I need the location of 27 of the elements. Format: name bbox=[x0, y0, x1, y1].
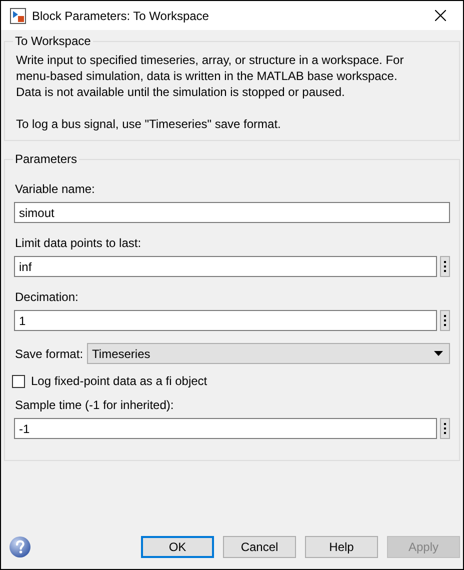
input-field[interactable]: inf bbox=[14, 256, 437, 277]
close-icon bbox=[434, 10, 446, 21]
group-title: To Workspace bbox=[14, 34, 92, 48]
input-field[interactable]: simout bbox=[14, 202, 450, 223]
more-options-button[interactable] bbox=[440, 256, 450, 277]
block-icon bbox=[10, 8, 26, 24]
description-text: To log a bus signal, use "Timeseries" save format. bbox=[15, 116, 282, 132]
description-text: Write input to specified timeseries, array, or structure in a workspace. For menu-based simulation, data is written in the MATLAB base workspace. Data is not available until the simulation is stopped or paused. bbox=[15, 52, 405, 100]
group-title: Parameters bbox=[14, 152, 78, 166]
dialog-button[interactable]: OK bbox=[141, 536, 214, 558]
checkbox[interactable] bbox=[12, 374, 25, 388]
help-icon[interactable] bbox=[9, 536, 31, 558]
more-options-button[interactable] bbox=[440, 418, 450, 439]
more-options-button[interactable] bbox=[440, 310, 450, 331]
dialog-button[interactable]: Cancel bbox=[223, 536, 296, 558]
input-field[interactable]: -1 bbox=[14, 418, 437, 439]
field-label: Decimation: bbox=[15, 290, 80, 305]
dropdown[interactable]: Timeseries bbox=[87, 343, 450, 364]
dialog-button[interactable]: Help bbox=[305, 536, 378, 558]
field-label: Limit data points to last: bbox=[15, 236, 142, 251]
checkbox-label: Log fixed-point data as a fi object bbox=[31, 374, 208, 388]
field-label: Sample time (-1 for inherited): bbox=[15, 398, 175, 413]
dropdown-arrow-icon bbox=[434, 351, 443, 356]
input-field[interactable]: 1 bbox=[14, 310, 437, 331]
field-label: Save format: bbox=[15, 346, 84, 360]
window-title: Block Parameters: To Workspace bbox=[32, 8, 210, 22]
field-label: Variable name: bbox=[15, 182, 96, 197]
